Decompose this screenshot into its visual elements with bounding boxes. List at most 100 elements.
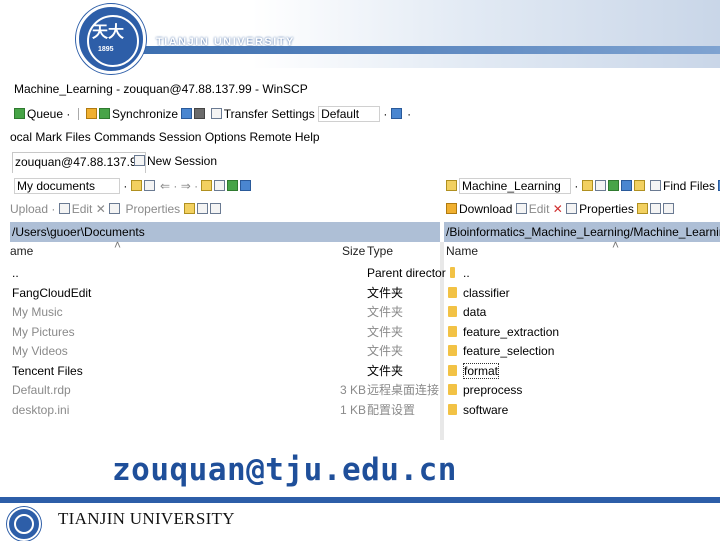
item-name: My Videos <box>12 344 68 358</box>
right-path-bar[interactable]: /Bioinformatics_Machine_Learning/Machine… <box>444 222 720 242</box>
refresh-icon[interactable] <box>240 180 252 191</box>
root-dir-icon[interactable] <box>214 180 226 191</box>
left-action-toolbar: Upload · Edit ✕ Properties <box>10 202 223 216</box>
item-name: preprocess <box>463 383 523 397</box>
list-item[interactable]: .. <box>448 264 718 284</box>
list-item[interactable]: format <box>448 362 718 382</box>
folder-icon <box>448 403 457 415</box>
list-item[interactable]: My Music 文件夹 <box>12 303 438 323</box>
winscp-window: Machine_Learning - zouquan@47.88.137.99 … <box>10 78 720 440</box>
find-files-icon[interactable] <box>650 180 662 191</box>
list-item[interactable]: My Videos 文件夹 <box>12 342 438 362</box>
remote-home-icon[interactable] <box>633 180 645 191</box>
list-item[interactable]: classifier <box>448 284 718 304</box>
rename-icon-right[interactable] <box>566 203 578 214</box>
item-type: 文件夹 <box>367 363 404 378</box>
list-item[interactable]: software <box>448 401 718 421</box>
filter-icon[interactable] <box>143 180 155 191</box>
left-drive-select[interactable]: My documents <box>14 178 120 194</box>
list-item[interactable]: feature_selection <box>448 342 718 362</box>
synchronize-button[interactable]: Synchronize <box>112 107 178 121</box>
console-icon[interactable] <box>181 108 193 119</box>
right-file-list: .. classifier data feature_extraction fe… <box>448 264 718 420</box>
menu-help[interactable]: Help <box>295 130 320 144</box>
university-name-header: TIANJIN UNIVERSITY <box>156 36 295 48</box>
session-tab-label: zouquan@47.88.137.99 <box>15 155 144 169</box>
open-remote-folder-icon[interactable] <box>581 180 593 191</box>
session-tab-active[interactable]: zouquan@47.88.137.99 <box>12 152 147 173</box>
find-files-button[interactable]: Find Files <box>663 179 715 193</box>
left-col-name[interactable]: ame <box>10 244 33 258</box>
open-folder-icon[interactable] <box>130 180 142 191</box>
list-item[interactable]: FangCloudEdit 文件夹 <box>12 284 438 304</box>
queue-button[interactable]: Queue <box>27 107 63 121</box>
item-name: format <box>463 362 500 379</box>
menu-commands[interactable]: Commands <box>94 130 155 144</box>
main-toolbar: Queue · Synchronize Transfer Settings De… <box>14 106 411 122</box>
edit-button-right[interactable]: Edit <box>529 202 550 216</box>
new-session-tab[interactable]: New Session <box>134 154 217 168</box>
preferences-icon[interactable] <box>390 108 402 119</box>
new-folder-icon-left[interactable] <box>183 203 195 214</box>
edit-icon[interactable] <box>58 203 70 214</box>
remote-refresh-icon[interactable] <box>620 180 632 191</box>
delete-icon-left[interactable]: ✕ <box>96 202 106 216</box>
new-folder-icon-right[interactable] <box>637 203 649 214</box>
home-dir-icon[interactable] <box>227 180 239 191</box>
item-size: 1 KB <box>340 402 367 417</box>
properties-button-right[interactable]: Properties <box>579 202 634 216</box>
rename-icon-left[interactable] <box>109 203 121 214</box>
edit-button-left[interactable]: Edit <box>72 202 93 216</box>
menu-session[interactable]: Session <box>159 130 202 144</box>
unselect-icon-left[interactable] <box>209 203 221 214</box>
putty-icon[interactable] <box>194 108 206 119</box>
left-path-bar[interactable]: /Users\guoer\Documents <box>10 222 440 242</box>
item-name: classifier <box>463 285 510 300</box>
upload-button[interactable]: Upload <box>10 202 48 216</box>
download-icon[interactable] <box>446 203 457 214</box>
list-item[interactable]: Tencent Files 文件夹 <box>12 362 438 382</box>
delete-icon-right[interactable]: ✕ <box>553 202 563 216</box>
list-item[interactable]: feature_extraction <box>448 323 718 343</box>
select-icon-left[interactable] <box>196 203 208 214</box>
menu-remote[interactable]: Remote <box>250 130 292 144</box>
select-icon-right[interactable] <box>650 203 662 214</box>
left-col-type[interactable]: Type <box>367 244 393 258</box>
list-item[interactable]: Default.rdp 3 KB 远程桌面连接 <box>12 381 440 401</box>
right-action-toolbar: Download Edit ✕ Properties <box>446 202 676 216</box>
item-type: 配置设置 <box>367 402 416 417</box>
menu-options[interactable]: Options <box>205 130 246 144</box>
item-name: Tencent Files <box>12 363 83 378</box>
remote-edit-icon[interactable] <box>515 203 527 214</box>
menu-files[interactable]: Files <box>65 130 90 144</box>
menu-local[interactable]: ocal <box>10 130 32 144</box>
right-col-name[interactable]: Name <box>446 244 478 258</box>
item-type: 文件夹 <box>367 285 404 300</box>
parent-dir-icon[interactable] <box>201 180 213 191</box>
properties-button-left[interactable]: Properties <box>125 202 180 216</box>
left-file-list: .. Parent director FangCloudEdit 文件夹 My Mu… <box>12 264 446 421</box>
synchronize-icon[interactable] <box>86 108 98 119</box>
remote-filter-icon[interactable] <box>594 180 606 191</box>
list-item[interactable]: My Pictures 文件夹 <box>12 323 438 343</box>
download-button[interactable]: Download <box>459 202 512 216</box>
remote-parent-icon[interactable] <box>607 180 619 191</box>
compare-icon[interactable] <box>99 108 111 119</box>
list-item[interactable]: preprocess <box>448 381 718 401</box>
list-item[interactable]: data <box>448 303 718 323</box>
list-item[interactable]: .. Parent director <box>12 264 446 284</box>
left-col-size[interactable]: Size <box>342 244 365 258</box>
item-type: Parent director <box>367 266 446 280</box>
unselect-icon-right[interactable] <box>663 203 675 214</box>
item-name: My Pictures <box>12 324 75 339</box>
new-session-label: New Session <box>147 154 218 168</box>
list-item[interactable]: desktop.ini 1 KB 配置设置 <box>12 401 438 421</box>
item-name: desktop.ini <box>12 402 70 417</box>
transfer-settings-dropdown[interactable]: Default <box>318 106 381 122</box>
menu-mark[interactable]: Mark <box>35 130 62 144</box>
right-path-text: /Bioinformatics_Machine_Learning/Machine… <box>446 225 720 239</box>
window-title: Machine_Learning - zouquan@47.88.137.99 … <box>14 82 308 96</box>
item-type: 远程桌面连接 <box>367 383 440 397</box>
right-drive-select[interactable]: Machine_Learning <box>459 178 571 194</box>
queue-icon[interactable] <box>14 108 25 119</box>
